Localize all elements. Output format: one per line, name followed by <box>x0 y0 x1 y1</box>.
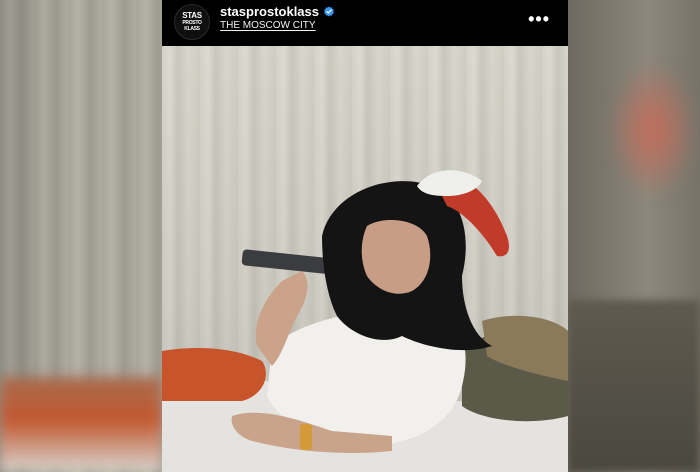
orange-pillow <box>162 348 266 401</box>
more-options-icon[interactable]: ••• <box>528 9 550 30</box>
profile-avatar[interactable]: STAS PROSTO KLASS <box>174 4 210 40</box>
watch <box>300 424 312 450</box>
location-link[interactable]: THE MOSCOW CITY <box>220 20 316 31</box>
blurred-backdrop-left <box>0 0 162 472</box>
avatar-text-line-3: KLASS <box>184 26 200 32</box>
blurred-backdrop-right <box>568 0 700 472</box>
photo-scene <box>162 170 568 472</box>
post-header: STAS PROSTO KLASS stasprostoklass THE MO… <box>162 0 568 46</box>
instagram-post: STAS PROSTO KLASS stasprostoklass THE MO… <box>162 0 568 472</box>
username-row: stasprostoklass <box>220 4 335 19</box>
blurred-pillow <box>568 300 700 472</box>
blurred-orange-blanket <box>0 377 162 472</box>
verified-badge-icon <box>324 6 334 16</box>
blurred-hat <box>608 60 698 200</box>
username-link[interactable]: stasprostoklass <box>220 4 319 19</box>
post-photo[interactable] <box>162 46 568 472</box>
avatar-text-line-1: STAS <box>182 11 202 20</box>
